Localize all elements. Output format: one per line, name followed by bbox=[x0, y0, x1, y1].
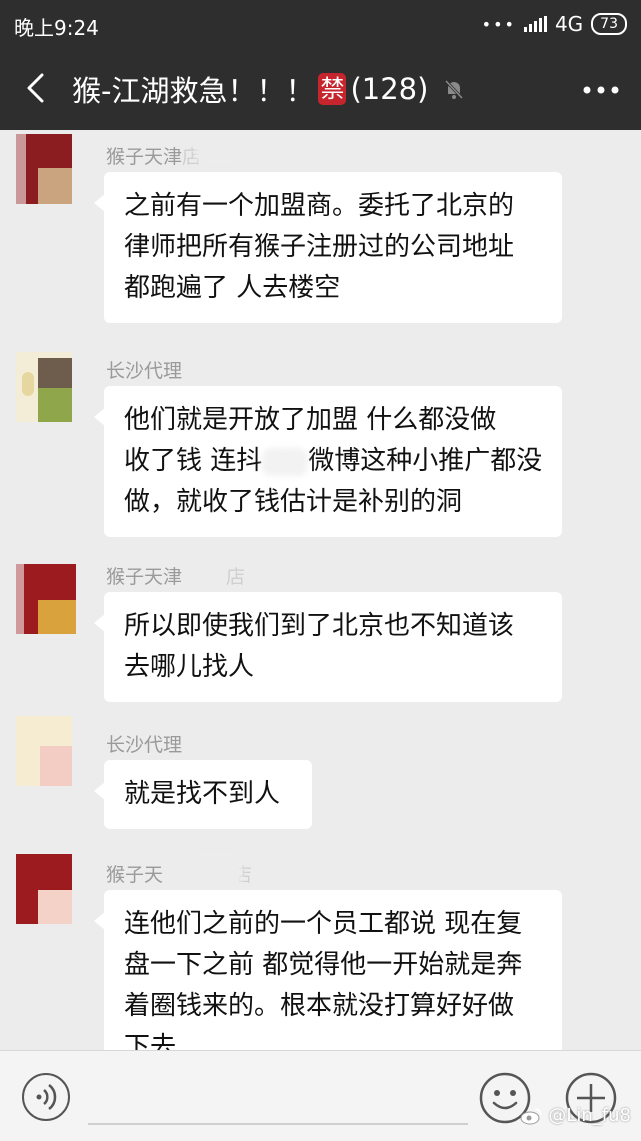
voice-icon bbox=[36, 1084, 57, 1110]
message-line: 着圈钱来的。根本就没打算好好做 bbox=[124, 991, 515, 1021]
sender-name: 长沙代理 bbox=[106, 734, 183, 756]
status-indicators: ••• 4G 73 bbox=[482, 12, 627, 36]
avatar[interactable] bbox=[16, 564, 76, 634]
input-bar bbox=[0, 1050, 641, 1141]
message-bubble[interactable]: 就是找不到人 bbox=[94, 760, 312, 829]
message-line: 之前有一个加盟商。委托了北京的 bbox=[124, 191, 515, 221]
more-dots-icon[interactable] bbox=[583, 86, 619, 94]
message-line: 他们就是开放了加盟 什么都没做 bbox=[124, 405, 497, 435]
message-list[interactable]: 猴子天津店 之前有一个加盟商。委托了北京的 律师把所有猴子注册过的公司地址 都跑… bbox=[0, 130, 641, 1050]
message-bubble[interactable]: 他们就是开放了加盟 什么都没做 收了钱 连抖 微博这种小推广都没 做，就收了钱估计… bbox=[94, 386, 562, 537]
message-item: 猴子天店 连他们之前的一个员工都说 现在复 盘一下之前 都觉得他一开始就是奔 着… bbox=[0, 848, 641, 1050]
status-bar: 晚上9:24 ••• 4G 73 bbox=[0, 0, 641, 48]
avatar[interactable] bbox=[16, 352, 72, 422]
message-item: 猴子天津店 之前有一个加盟商。委托了北京的 律师把所有猴子注册过的公司地址 都跑… bbox=[0, 130, 641, 323]
ban-emoji: 禁 bbox=[318, 73, 347, 105]
chat-title: 猴-江湖救急！！！ 禁 (128) bbox=[72, 68, 466, 110]
message-bubble[interactable]: 之前有一个加盟商。委托了北京的 律师把所有猴子注册过的公司地址 都跑遍了 人去楼… bbox=[94, 172, 562, 323]
message-line: 做，就收了钱估计是补别的洞 bbox=[124, 487, 463, 517]
message-bubble[interactable]: 所以即使我们到了北京也不知道该 去哪儿找人 bbox=[94, 592, 562, 702]
mute-bell-icon bbox=[445, 79, 464, 100]
avatar[interactable] bbox=[16, 134, 72, 204]
network-type: 4G bbox=[554, 12, 584, 36]
message-line: 下去 bbox=[124, 1032, 177, 1050]
message-item: 猴子天津店 所以即使我们到了北京也不知道该 去哪儿找人 bbox=[0, 558, 641, 708]
signal-dots-icon: ••• bbox=[481, 14, 516, 34]
message-line: 盘一下之前 都觉得他一开始就是奔 bbox=[124, 950, 523, 980]
chat-header: 猴-江湖救急！！！ 禁 (128) bbox=[0, 48, 641, 130]
status-time: 晚上9:24 bbox=[14, 16, 99, 40]
message-line: 都跑遍了 人去楼空 bbox=[124, 273, 341, 303]
sender-name: 长沙代理 bbox=[106, 360, 183, 382]
weibo-icon bbox=[520, 1107, 543, 1124]
group-name: 猴-江湖救急！！！ bbox=[72, 74, 315, 108]
member-count: (128) bbox=[350, 72, 429, 106]
battery-icon: 73 bbox=[591, 13, 627, 35]
message-input[interactable] bbox=[88, 1069, 468, 1125]
message-line: 律师把所有猴子注册过的公司地址 bbox=[124, 232, 515, 262]
message-line: 收了钱 连抖 微博这种小推广都没 bbox=[124, 446, 543, 476]
watermark: @Lin_fu8 bbox=[520, 1105, 631, 1126]
back-arrow-icon[interactable] bbox=[20, 70, 56, 106]
message-item: 长沙代理 就是找不到人 bbox=[0, 710, 641, 830]
signal-strength-icon bbox=[523, 16, 547, 32]
sender-name: 猴子天津店 bbox=[106, 146, 202, 168]
avatar[interactable] bbox=[16, 716, 72, 786]
message-line: 连他们之前的一个员工都说 现在复 bbox=[124, 909, 523, 939]
message-bubble[interactable]: 连他们之前的一个员工都说 现在复 盘一下之前 都觉得他一开始就是奔 着圈钱来的。… bbox=[94, 890, 562, 1050]
watermark-text: @Lin_fu8 bbox=[548, 1105, 631, 1126]
message-line: 就是找不到人 bbox=[124, 779, 281, 809]
message-line: 去哪儿找人 bbox=[124, 652, 255, 682]
message-item: 长沙代理 他们就是开放了加盟 什么都没做 收了钱 连抖 微博这种小推广都没 做，就… bbox=[0, 346, 641, 537]
sender-name: 猴子天津店 bbox=[106, 566, 246, 588]
voice-button[interactable] bbox=[22, 1073, 70, 1121]
message-line: 所以即使我们到了北京也不知道该 bbox=[124, 611, 515, 641]
avatar[interactable] bbox=[16, 854, 72, 924]
